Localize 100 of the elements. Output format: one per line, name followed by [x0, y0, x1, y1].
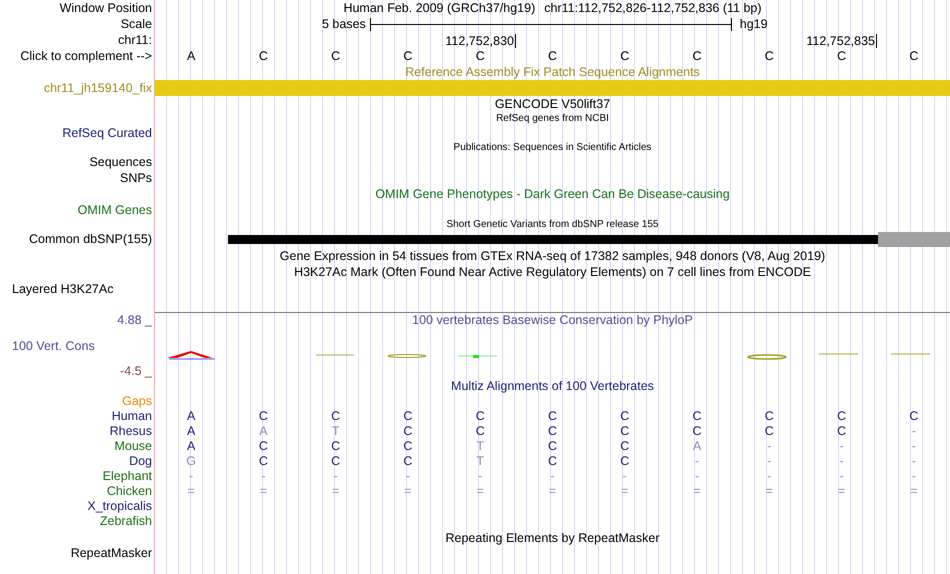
track-label[interactable]: RefSeq Curated	[62, 126, 152, 140]
aligned-base: C	[403, 454, 412, 469]
track-label[interactable]: RepeatMasker	[70, 546, 152, 561]
track-label[interactable]: Click to complement -->	[20, 48, 152, 64]
track-label[interactable]: Layered H3K27Ac	[0, 282, 114, 296]
axis-min-label: -4.5 _	[120, 364, 152, 379]
track-subtitle: RefSeq genes from NCBI	[496, 112, 609, 124]
base-letter[interactable]: C	[258, 48, 268, 64]
ruler-tick	[876, 34, 877, 48]
track-label[interactable]: Sequences	[89, 154, 152, 170]
track-label[interactable]: X_tropicalis	[87, 499, 152, 514]
aligned-base: -	[694, 454, 700, 469]
aligned-base: C	[548, 439, 557, 454]
base-letter[interactable]: C	[692, 48, 702, 64]
aligned-base: -	[694, 469, 700, 484]
track-label[interactable]: Mouse	[114, 439, 152, 454]
aligned-base: C	[403, 424, 412, 439]
aligned-base: C	[258, 409, 268, 424]
aligned-base: C	[548, 454, 557, 469]
track-label[interactable]: Rhesus	[110, 424, 152, 439]
track-subtitle: Publications: Sequences in Scientific Articles	[454, 142, 652, 154]
position-text: chr11:112,752,826-112,752,836 (11 bp)	[544, 0, 762, 16]
track-label[interactable]: SNPs	[120, 170, 152, 186]
track-title: Gene Expression in 54 tissues from GTEx RNA-seq of 17382 samples, 948 donors (V8, Aug 2019)	[280, 248, 826, 264]
aligned-base: C	[620, 439, 630, 454]
aligned-base: -	[840, 454, 844, 469]
track-label[interactable]: Scale	[120, 16, 152, 32]
aligned-base: -	[840, 439, 844, 454]
aligned-base: =	[910, 484, 918, 499]
base-letter[interactable]: C	[620, 48, 630, 64]
base-letter[interactable]: C	[548, 48, 557, 64]
aligned-base: A	[186, 424, 196, 439]
base-letter[interactable]: C	[476, 48, 485, 64]
aligned-base: -	[622, 469, 627, 484]
aligned-base: C	[476, 424, 485, 439]
track-label[interactable]: Window Position	[60, 0, 152, 16]
aligned-base: =	[838, 484, 846, 499]
track-label[interactable]: Chicken	[106, 484, 152, 499]
snp-bar[interactable]	[228, 235, 878, 244]
aligned-base: C	[548, 409, 557, 424]
aligned-base: C	[331, 439, 340, 454]
base-letter[interactable]: C	[837, 48, 846, 64]
aligned-base: =	[766, 484, 773, 499]
aligned-base: -	[840, 469, 844, 484]
track-label[interactable]: OMIM Genes	[78, 202, 152, 218]
aligned-base: =	[548, 484, 556, 499]
aligned-base: C	[258, 454, 268, 469]
aligned-base: T	[476, 439, 484, 454]
aligned-base: -	[912, 469, 916, 484]
track-label[interactable]: Elephant	[102, 469, 152, 484]
base-letter[interactable]: C	[331, 48, 340, 64]
assembly-text: hg19	[740, 16, 768, 33]
aligned-base: C	[403, 409, 412, 424]
track-label[interactable]: chr11:	[118, 32, 152, 48]
aligned-base: -	[767, 439, 772, 454]
aligned-base: =	[332, 484, 340, 499]
aligned-base: -	[334, 469, 338, 484]
aligned-base: -	[767, 469, 772, 484]
aligned-base: C	[837, 424, 846, 439]
snp-marker[interactable]	[878, 232, 950, 247]
track-title: GENCODE V50lift37	[494, 96, 610, 112]
aligned-base: C	[692, 424, 702, 439]
aligned-base: -	[478, 469, 482, 484]
ruler-tick	[515, 34, 516, 48]
base-letter[interactable]: A	[186, 48, 196, 64]
aligned-base: G	[186, 454, 196, 469]
ruler-tick-label: 112,752,835	[806, 34, 875, 48]
aligned-base: C	[258, 439, 268, 454]
aligned-base: =	[621, 484, 628, 499]
aligned-base: C	[476, 409, 485, 424]
track-title: OMIM Gene Phenotypes - Dark Green Can Be Disease-causing	[375, 186, 730, 202]
assembly-title: Human Feb. 2009 (GRCh37/hg19)	[343, 0, 536, 16]
track-label[interactable]: Dog	[129, 454, 152, 469]
aligned-base: C	[764, 409, 774, 424]
aligned-base: T	[332, 424, 340, 439]
aligned-base: A	[186, 439, 196, 454]
aligned-base: -	[912, 439, 916, 454]
axis-max-label: 4.88 _	[117, 313, 152, 328]
aligned-base: C	[620, 424, 630, 439]
base-letter[interactable]: C	[764, 48, 774, 64]
alignment-bar[interactable]	[155, 80, 950, 96]
aligned-base: =	[693, 484, 701, 499]
aligned-base: -	[261, 469, 266, 484]
track-title: 100 vertebrates Basewise Conservation by PhyloP	[412, 313, 693, 328]
scale-text: 5 bases	[322, 16, 366, 33]
aligned-base: T	[476, 454, 484, 469]
track-label[interactable]: Zebrafish	[100, 514, 152, 529]
aligned-base: -	[406, 469, 410, 484]
track-label[interactable]: 100 Vert. Cons	[0, 339, 152, 354]
aligned-base: -	[189, 469, 194, 484]
aligned-base: C	[548, 424, 557, 439]
track-label[interactable]: Common dbSNP(155)	[29, 232, 152, 247]
track-title: Repeating Elements by RepeatMasker	[445, 531, 660, 546]
base-letter[interactable]: C	[403, 48, 412, 64]
track-label[interactable]: Human	[112, 409, 152, 424]
track-title: Multiz Alignments of 100 Vertebrates	[451, 379, 654, 394]
aligned-base: -	[767, 454, 772, 469]
aligned-base: A	[692, 439, 702, 454]
aligned-base: C	[837, 409, 846, 424]
base-letter[interactable]: C	[909, 48, 918, 64]
